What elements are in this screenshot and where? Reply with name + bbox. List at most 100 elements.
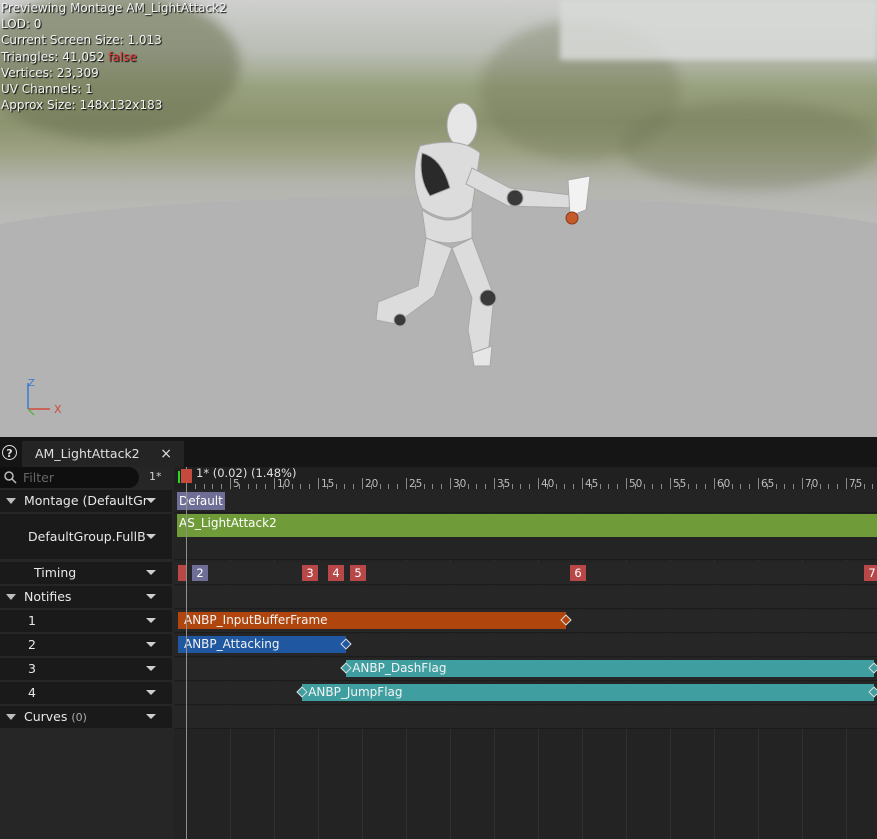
- ruler-tick: [300, 484, 302, 489]
- ruler-label: 40: [541, 478, 555, 490]
- ruler-tick: [388, 484, 390, 489]
- anim-segment[interactable]: AS_LightAttack2: [177, 514, 877, 537]
- axis-gizmo-icon: X Z: [27, 378, 62, 416]
- ruler-label: 10: [277, 478, 291, 490]
- notify-state-bar[interactable]: ANBP_DashFlag: [346, 660, 874, 677]
- timing-marker[interactable]: 5: [350, 565, 366, 581]
- track-row-notify-3[interactable]: 3: [0, 658, 172, 680]
- frame-indicator: 1*: [149, 470, 162, 483]
- slot-track[interactable]: AS_LightAttack2: [174, 514, 877, 560]
- ruler-tick: [784, 484, 786, 489]
- track-row-curves[interactable]: Curves (0): [0, 706, 172, 728]
- ruler-tick: [335, 484, 337, 489]
- ruler-tick: [256, 484, 258, 489]
- ruler-tick: [705, 484, 707, 489]
- ruler-tick: [379, 484, 381, 489]
- ruler-tick: [819, 484, 821, 489]
- time-ruler[interactable]: 1* (0.02) (1.48%) 5 10 15 20 25 30 35 40 45 50 55 6…: [174, 467, 877, 490]
- ruler-tick: [520, 484, 522, 489]
- ruler-tick: [494, 478, 495, 489]
- help-icon[interactable]: ?: [2, 445, 17, 460]
- notify-track-1[interactable]: ANBP_InputBufferFrame: [174, 610, 877, 633]
- track-row-notify-4[interactable]: 4: [0, 682, 172, 704]
- chevron-down-icon[interactable]: [146, 690, 156, 695]
- timing-marker[interactable]: 3: [302, 565, 318, 581]
- chevron-down-icon[interactable]: [146, 534, 156, 539]
- ruler-tick: [793, 484, 795, 489]
- playhead[interactable]: [186, 467, 187, 839]
- ruler-tick: [265, 484, 267, 489]
- track-row-notify-2[interactable]: 2: [0, 634, 172, 656]
- ruler-tick: [837, 484, 839, 489]
- close-icon[interactable]: ×: [160, 441, 172, 467]
- ruler-tick: [643, 484, 645, 489]
- montage-track[interactable]: Default: [174, 490, 877, 513]
- ruler-tick: [247, 484, 249, 489]
- chevron-down-icon[interactable]: [146, 594, 156, 599]
- ruler-tick: [863, 484, 865, 489]
- playhead-start-marker: [178, 471, 180, 483]
- expand-icon[interactable]: [6, 714, 16, 720]
- ruler-label: 65: [761, 478, 775, 490]
- chevron-down-icon[interactable]: [146, 618, 156, 623]
- expand-icon[interactable]: [6, 498, 16, 504]
- ruler-tick: [758, 478, 759, 489]
- ruler-label: 20: [365, 478, 379, 490]
- track-row-notify-1[interactable]: 1: [0, 610, 172, 632]
- timing-marker[interactable]: 2: [192, 565, 208, 581]
- timing-marker[interactable]: 1: [178, 565, 186, 581]
- mannequin-character[interactable]: [360, 98, 600, 370]
- timing-marker[interactable]: 6: [570, 565, 586, 581]
- stats-vertices: Vertices: 23,309: [1, 65, 99, 80]
- ruler-label: 45: [585, 478, 599, 490]
- ruler-tick: [617, 484, 619, 489]
- ruler-tick: [802, 478, 803, 489]
- notify-state-bar[interactable]: ANBP_JumpFlag: [302, 684, 874, 701]
- ruler-tick: [661, 484, 663, 489]
- tab-am-lightattack2[interactable]: AM_LightAttack2 ×: [22, 441, 184, 467]
- ruler-tick: [406, 478, 407, 489]
- ruler-tick: [274, 478, 275, 489]
- timeline-track-area[interactable]: 1* (0.02) (1.48%) 5 10 15 20 25 30 35 40 45 50 55 6…: [174, 467, 877, 839]
- ruler-tick: [344, 484, 346, 489]
- ruler-label: 25: [409, 478, 423, 490]
- track-row-montage[interactable]: Montage (DefaultGr: [0, 490, 172, 512]
- axis-z-label: Z: [28, 378, 35, 389]
- chevron-down-icon[interactable]: [146, 714, 156, 719]
- background-building: [560, 0, 877, 60]
- timing-marker[interactable]: 7: [864, 565, 877, 581]
- ruler-tick: [626, 478, 627, 489]
- ruler-tick: [212, 484, 214, 489]
- ruler-tick: [555, 484, 557, 489]
- notify-state-bar[interactable]: ANBP_InputBufferFrame: [178, 612, 567, 629]
- chevron-down-icon[interactable]: [146, 666, 156, 671]
- track-row-notifies[interactable]: Notifies: [0, 586, 172, 608]
- preview-viewport[interactable]: Previewing Montage AM_LightAttack2 LOD: …: [0, 0, 877, 437]
- track-label-montage: Montage (DefaultGr: [24, 493, 148, 508]
- expand-icon[interactable]: [6, 594, 16, 600]
- notify-track-2[interactable]: ANBP_Attacking: [174, 634, 877, 657]
- stats-title: Previewing Montage AM_LightAttack2: [1, 1, 227, 15]
- chevron-down-icon[interactable]: [146, 498, 156, 503]
- curves-count: (0): [71, 711, 87, 724]
- notify-track-4[interactable]: ANBP_JumpFlag: [174, 682, 877, 705]
- timing-marker[interactable]: 4: [328, 565, 344, 581]
- viewport-stats-overlay: Previewing Montage AM_LightAttack2 LOD: …: [1, 0, 227, 113]
- notifies-track: [174, 586, 877, 609]
- tab-label: AM_LightAttack2: [35, 446, 140, 461]
- filter-input[interactable]: Filter: [0, 467, 139, 488]
- track-row-timing[interactable]: Timing: [0, 562, 172, 584]
- playhead-handle[interactable]: [181, 469, 192, 483]
- chevron-down-icon[interactable]: [146, 642, 156, 647]
- notify-state-bar[interactable]: ANBP_Attacking: [178, 636, 347, 653]
- ruler-tick: [740, 484, 742, 489]
- ruler-tick: [450, 478, 451, 489]
- track-row-slot[interactable]: DefaultGroup.FullB: [0, 514, 172, 559]
- ruler-tick: [318, 478, 319, 489]
- ruler-label: 50: [629, 478, 643, 490]
- background-bushes: [620, 100, 877, 190]
- ruler-tick: [828, 484, 830, 489]
- montage-section-default[interactable]: Default: [177, 492, 225, 510]
- chevron-down-icon[interactable]: [146, 570, 156, 575]
- notify-track-3[interactable]: ANBP_DashFlag: [174, 658, 877, 681]
